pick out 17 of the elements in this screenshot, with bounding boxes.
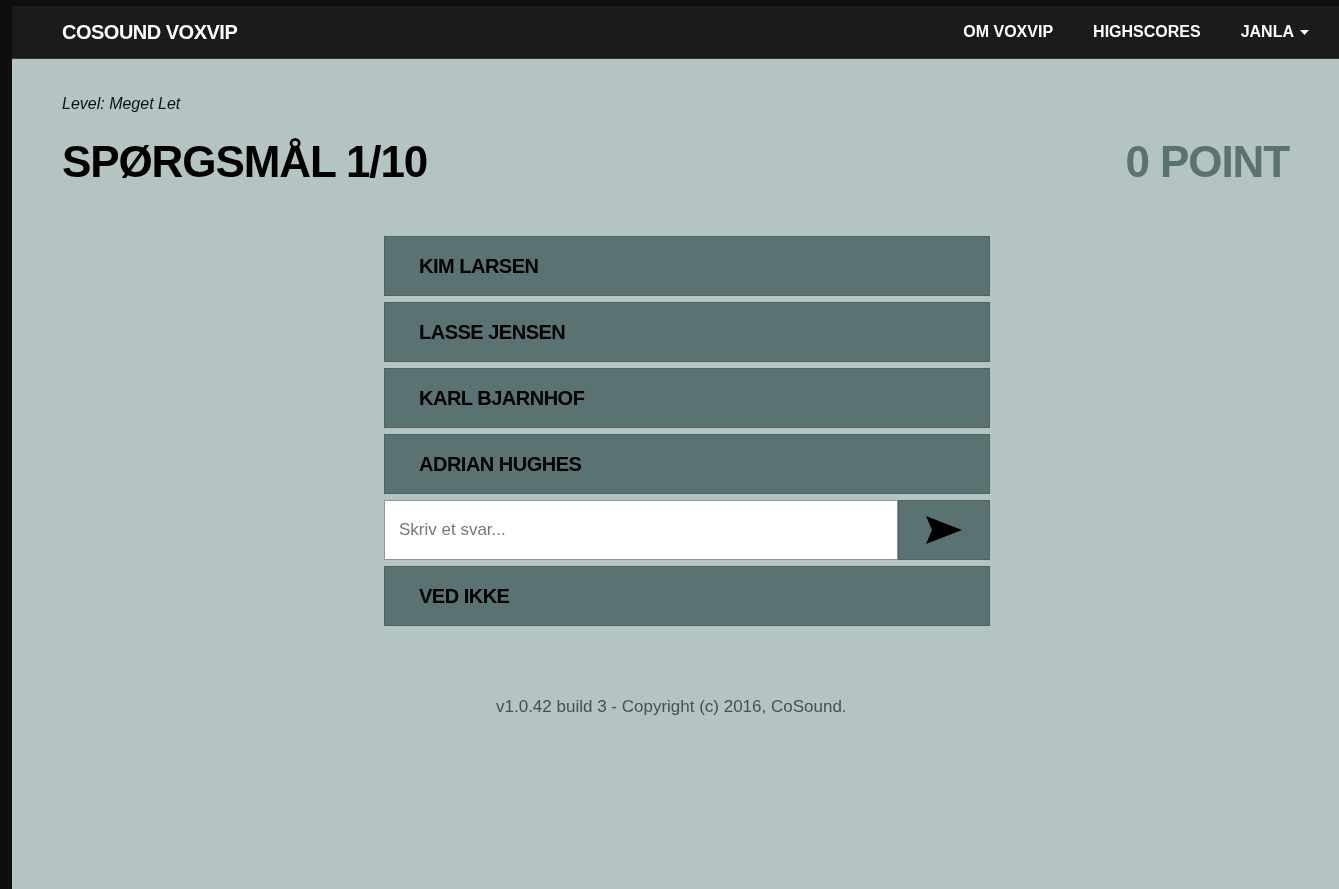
brand-link[interactable]: COSOUND VOXVIP [62, 17, 238, 47]
level-label: Level: Meget Let [62, 94, 181, 114]
score-label: 0 POINT [1125, 140, 1289, 184]
nav-link[interactable]: OM VOXVIP [963, 20, 1054, 44]
answer-option[interactable]: KIM LARSEN [384, 236, 990, 296]
footer-text: v1.0.42 build 3 - Copyright (c) 2016, CoSound. [496, 696, 847, 718]
answer-option[interactable]: ADRIAN HUGHES [384, 434, 990, 494]
nav-link[interactable]: HIGHSCORES [1093, 20, 1201, 44]
answer-option[interactable]: LASSE JENSEN [384, 302, 990, 362]
caret-icon [1300, 29, 1309, 35]
send-button[interactable] [898, 500, 990, 560]
user-menu[interactable]: JANLA [1240, 20, 1309, 44]
answer-field[interactable]: Skriv et svar... [384, 500, 898, 560]
skip-button[interactable]: VED IKKE [384, 566, 990, 626]
question-heading: SPØRGSMÅL 1/10 [62, 140, 428, 184]
send-icon [926, 516, 962, 544]
answer-option[interactable]: KARL BJARNHOF [384, 368, 990, 428]
